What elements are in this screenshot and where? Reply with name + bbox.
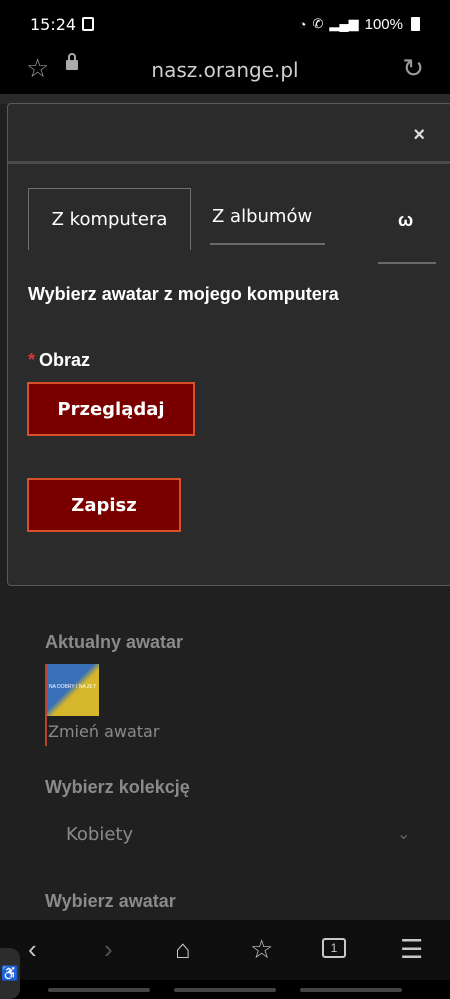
gesture-handle [174,988,276,992]
back-icon[interactable]: ‹ [28,934,37,965]
signal-icon: ▂▄▆ [329,16,359,31]
notification-icon [82,17,95,31]
battery-percent: 100% [364,15,403,33]
wifi-icon: ◔ [298,16,307,32]
tab-from-computer[interactable]: Z komputera [28,188,191,250]
status-bar: 15:24 ◔ ✆ ▂▄▆ 100% [0,0,450,48]
status-time: 15:24 [30,14,77,34]
current-avatar-heading: Aktualny awatar [45,632,184,652]
tab-divider-right [378,262,436,264]
collection-select[interactable]: Kobiety [66,824,133,845]
modal-title: Wybierz awatar z mojego komputera [28,284,339,304]
tabs-icon[interactable]: 1 [322,938,346,958]
browse-button[interactable]: Przeglądaj [27,382,195,436]
collection-heading: Wybierz kolekcję [45,777,190,797]
close-icon[interactable]: × [413,124,425,147]
reload-icon[interactable]: ↻ [402,53,424,84]
home-icon[interactable]: ⌂ [175,934,191,965]
tab-divider [210,243,325,245]
menu-icon[interactable]: ☰ [400,934,423,965]
forward-icon[interactable]: › [104,934,113,965]
avatar-accent-line [45,716,47,746]
save-button-label: Zapisz [71,494,137,516]
required-mark: * [28,350,36,370]
modal-header: × [8,104,450,164]
tab-from-albums-label: Z albumów [212,206,313,227]
accessibility-icon[interactable]: ♿ [0,948,20,999]
browser-bottom-nav: ‹ › ⌂ ☆ 1 ☰ [0,920,450,980]
chevron-down-icon[interactable]: ⌄ [397,824,410,844]
status-icons: ◔ ✆ ▂▄▆ 100% [299,16,420,33]
gesture-bar [0,980,450,999]
tab-from-albums[interactable]: Z albumów [212,206,312,227]
call-icon: ✆ [312,16,324,31]
save-button[interactable]: Zapisz [27,478,181,532]
current-avatar-image[interactable]: NA DOBRY I NA ZŁY [45,664,99,716]
choose-avatar-heading: Wybierz awatar [45,891,176,911]
avatar-modal: × Z komputera Z albumów ω Wybierz awatar… [7,103,450,586]
browse-button-label: Przeglądaj [57,398,165,420]
gesture-handle [48,988,150,992]
bookmarks-icon[interactable]: ☆ [250,934,273,965]
tab-from-computer-label: Z komputera [51,209,168,230]
change-avatar-link[interactable]: Zmień awatar [48,722,159,741]
url-text[interactable]: nasz.orange.pl [0,58,450,82]
url-bar: ☆ nasz.orange.pl ↻ [0,48,450,94]
battery-icon [411,17,420,31]
avatar-image-text: NA DOBRY I NA ZŁY [49,684,97,690]
image-field-label: * Obraz [28,350,90,371]
image-field-label-text: Obraz [39,350,91,370]
gesture-handle [300,988,402,992]
more-tabs-icon[interactable]: ω [398,210,413,231]
modal-tabs: Z komputera Z albumów ω [28,188,436,266]
